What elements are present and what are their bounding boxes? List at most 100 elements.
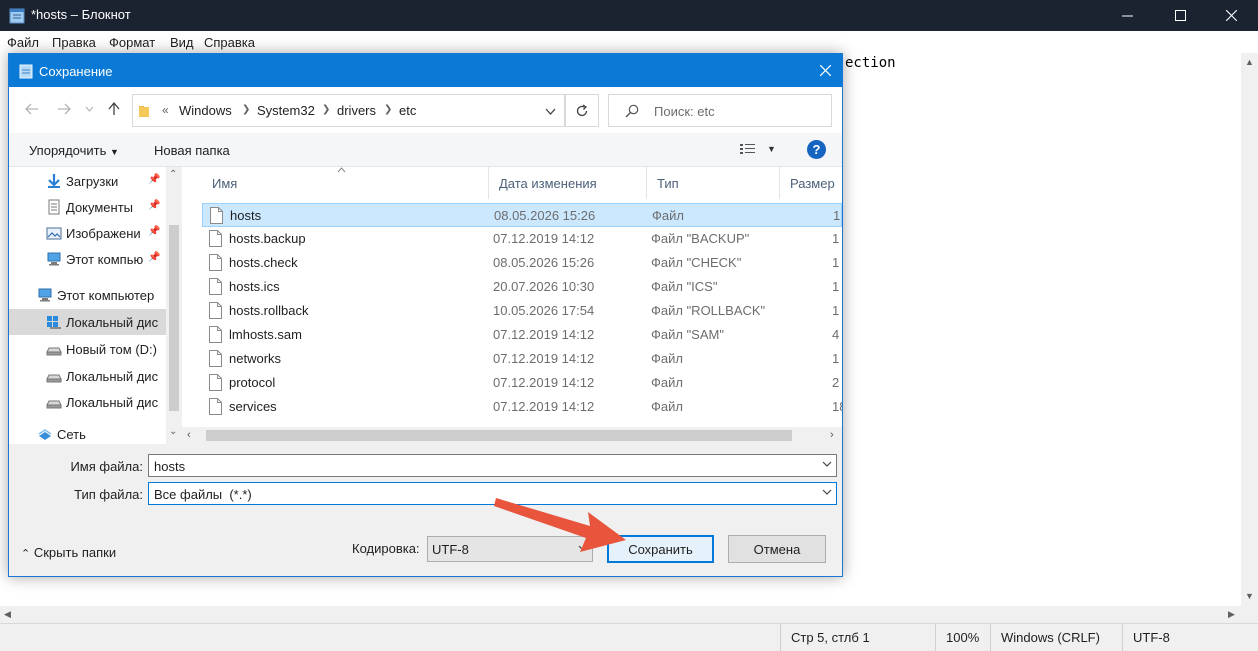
file-row[interactable]: hosts.rollback 10.05.2026 17:54 Файл "ROLL… — [202, 299, 842, 323]
view-options-button[interactable]: ▼ — [739, 142, 779, 158]
chevron-down-icon[interactable]: ⌄ — [169, 426, 177, 437]
editor-vertical-scrollbar[interactable]: ▲ ▼ — [1241, 53, 1258, 606]
column-date[interactable]: Дата изменения — [489, 167, 647, 199]
column-name[interactable]: Имя — [202, 167, 489, 199]
menu-file[interactable]: Файл — [7, 35, 39, 50]
back-button[interactable] — [23, 100, 41, 118]
nav-item-downloads[interactable]: Загрузки 📌 — [9, 168, 166, 194]
chevron-right-icon[interactable]: › — [830, 429, 834, 441]
chevron-up-icon[interactable]: ⌃ — [169, 169, 177, 180]
menu-format[interactable]: Формат — [109, 35, 155, 50]
file-date: 07.12.2019 14:12 — [493, 399, 595, 414]
scroll-left-icon[interactable]: ◀ — [4, 609, 11, 620]
file-row[interactable]: lmhosts.sam 07.12.2019 14:12 Файл "SAM" 4 — [202, 323, 842, 347]
file-row[interactable]: networks 07.12.2019 14:12 Файл 1 — [202, 347, 842, 371]
file-type: Файл — [652, 208, 684, 223]
dialog-close-button[interactable] — [808, 54, 842, 87]
save-button[interactable]: Сохранить — [607, 535, 714, 563]
hide-folders-button[interactable]: ⌃ Скрыть папки — [21, 545, 116, 560]
breadcrumb-separator-icon[interactable]: ❯ — [322, 104, 330, 115]
dialog-titlebar[interactable]: Сохранение — [9, 54, 842, 87]
address-bar[interactable]: « Windows ❯ System32 ❯ drivers ❯ etc — [132, 94, 565, 127]
minimize-icon — [1121, 15, 1133, 17]
editor-horizontal-scrollbar[interactable]: ◀ ▶ — [0, 606, 1241, 623]
save-dialog: Сохранение « Windows ❯ System32 ❯ driver… — [8, 53, 843, 577]
breadcrumb-system32[interactable]: System32 — [257, 103, 315, 118]
menu-edit[interactable]: Правка — [52, 35, 96, 50]
scroll-down-icon[interactable]: ▼ — [1245, 591, 1254, 601]
file-icon — [210, 207, 223, 224]
maximize-button[interactable] — [1157, 0, 1203, 31]
breadcrumb-separator-icon[interactable]: ❯ — [384, 104, 392, 115]
recent-locations-button[interactable] — [83, 100, 95, 118]
chevron-left-icon[interactable]: ‹ — [187, 429, 191, 441]
chevron-down-icon[interactable] — [822, 489, 832, 495]
nav-item-pictures[interactable]: Изображени 📌 — [9, 220, 166, 246]
close-icon — [1225, 10, 1237, 21]
pin-icon: 📌 — [148, 252, 161, 263]
nav-item-network[interactable]: Сеть — [9, 424, 166, 444]
forward-button[interactable] — [55, 100, 73, 118]
chevron-down-icon — [85, 106, 93, 112]
file-row[interactable]: services 07.12.2019 14:12 Файл 18 — [202, 395, 842, 419]
chevron-down-icon[interactable] — [545, 108, 556, 115]
notepad-icon — [19, 64, 33, 79]
nav-item-local-disk[interactable]: Локальный дис — [9, 363, 166, 389]
breadcrumb-windows[interactable]: Windows — [179, 103, 232, 118]
nav-item-this-pc-shortcut[interactable]: Этот компью 📌 — [9, 246, 166, 272]
status-encoding: UTF-8 — [1122, 624, 1258, 651]
breadcrumb-overflow[interactable]: « — [162, 103, 169, 117]
column-type[interactable]: Тип — [647, 167, 780, 199]
menu-view[interactable]: Вид — [170, 35, 194, 50]
up-button[interactable] — [105, 100, 123, 118]
nav-item-label: Новый том (D:) — [66, 342, 157, 357]
file-list-horizontal-scrollbar[interactable]: ‹ › — [182, 427, 842, 444]
file-row[interactable]: hosts.ics 20.07.2026 10:30 Файл "ICS" 1 — [202, 275, 842, 299]
encoding-value: UTF-8 — [432, 542, 469, 557]
column-size[interactable]: Размер — [780, 167, 842, 199]
search-box[interactable]: Поиск: etc — [608, 94, 832, 127]
breadcrumb-etc[interactable]: etc — [399, 103, 416, 118]
file-row[interactable]: protocol 07.12.2019 14:12 Файл 2 — [202, 371, 842, 395]
file-row[interactable]: hosts.check 08.05.2026 15:26 Файл "CHECK" 1 — [202, 251, 842, 275]
scroll-up-icon[interactable]: ▲ — [1245, 57, 1254, 67]
editor-text: ection — [845, 55, 896, 71]
chevron-down-icon[interactable] — [822, 461, 832, 467]
encoding-select[interactable]: UTF-8 — [427, 536, 593, 562]
file-size: 1 — [832, 303, 840, 318]
file-date: 20.07.2026 10:30 — [493, 279, 595, 294]
nav-item-new-volume-d[interactable]: Новый том (D:) — [9, 336, 166, 362]
minimize-button[interactable] — [1104, 0, 1150, 31]
close-window-button[interactable] — [1208, 0, 1254, 31]
file-date: 08.05.2026 15:26 — [494, 208, 596, 223]
notepad-titlebar[interactable]: *hosts – Блокнот — [0, 0, 1258, 31]
file-row[interactable]: hosts 08.05.2026 15:26 Файл 1 — [202, 203, 842, 227]
filename-input[interactable]: hosts — [148, 454, 837, 477]
file-type: Файл "CHECK" — [651, 255, 742, 270]
scrollbar-thumb[interactable] — [206, 430, 792, 441]
nav-item-documents[interactable]: Документы 📌 — [9, 194, 166, 220]
file-icon — [209, 398, 222, 415]
dialog-navbar: « Windows ❯ System32 ❯ drivers ❯ etc Пои… — [9, 87, 842, 133]
nav-item-local-disk[interactable]: Локальный дис — [9, 389, 166, 415]
help-button[interactable]: ? — [807, 140, 826, 159]
nav-item-this-pc[interactable]: Этот компьютер — [9, 282, 166, 308]
new-folder-button[interactable]: Новая папка — [154, 143, 230, 158]
file-date: 08.05.2026 15:26 — [493, 255, 595, 270]
nav-item-local-disk-c[interactable]: Локальный дис — [9, 309, 166, 335]
cancel-button[interactable]: Отмена — [728, 535, 826, 563]
folder-icon — [139, 106, 149, 117]
nav-item-label: Этот компьютер — [57, 288, 155, 303]
scroll-right-icon[interactable]: ▶ — [1228, 609, 1235, 620]
breadcrumb-drivers[interactable]: drivers — [337, 103, 376, 118]
refresh-button[interactable] — [565, 94, 599, 127]
menu-help[interactable]: Справка — [204, 35, 255, 50]
drive-icon — [46, 347, 62, 356]
scrollbar-thumb[interactable] — [169, 225, 179, 411]
breadcrumb-separator-icon[interactable]: ❯ — [242, 104, 250, 115]
nav-pane-scrollbar[interactable]: ⌃ ⌄ — [166, 167, 182, 444]
organize-button[interactable]: Упорядочить ▼ — [29, 143, 119, 158]
file-row[interactable]: hosts.backup 07.12.2019 14:12 Файл "BACKUP… — [202, 227, 842, 251]
filetype-select[interactable]: Все файлы (*.*) — [148, 482, 837, 505]
computer-icon — [47, 252, 61, 266]
